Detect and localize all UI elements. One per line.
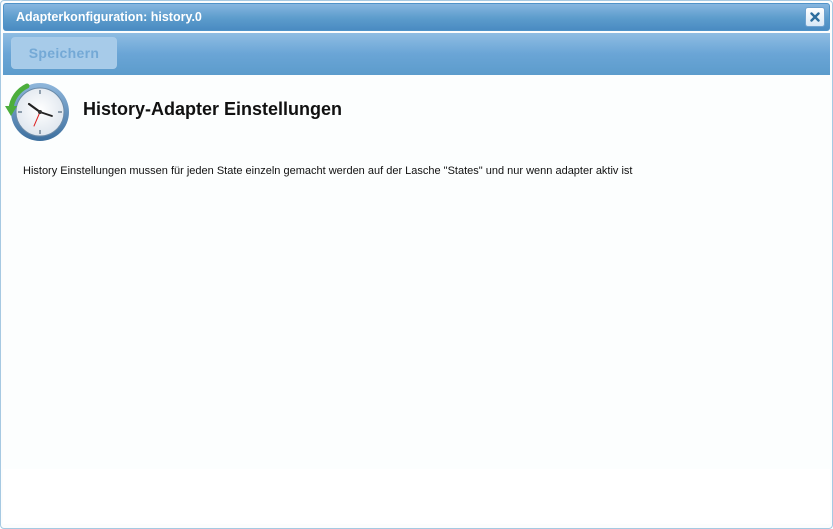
dialog-toolbar: Speichern bbox=[3, 33, 830, 75]
clock-history-icon bbox=[5, 83, 69, 141]
close-icon bbox=[810, 12, 820, 22]
adapter-config-dialog: Adapterkonfiguration: history.0 Speicher… bbox=[0, 0, 833, 529]
settings-note: History Einstellungen mussen für jeden S… bbox=[23, 165, 633, 177]
dialog-title: Adapterkonfiguration: history.0 bbox=[16, 10, 202, 24]
dialog-titlebar[interactable]: Adapterkonfiguration: history.0 bbox=[3, 3, 830, 31]
save-button[interactable]: Speichern bbox=[11, 37, 117, 69]
close-button[interactable] bbox=[805, 7, 825, 27]
dialog-footer bbox=[3, 469, 830, 524]
dialog-content: History-Adapter Einstellungen History Ei… bbox=[3, 75, 830, 469]
page-heading: History-Adapter Einstellungen bbox=[83, 99, 343, 119]
